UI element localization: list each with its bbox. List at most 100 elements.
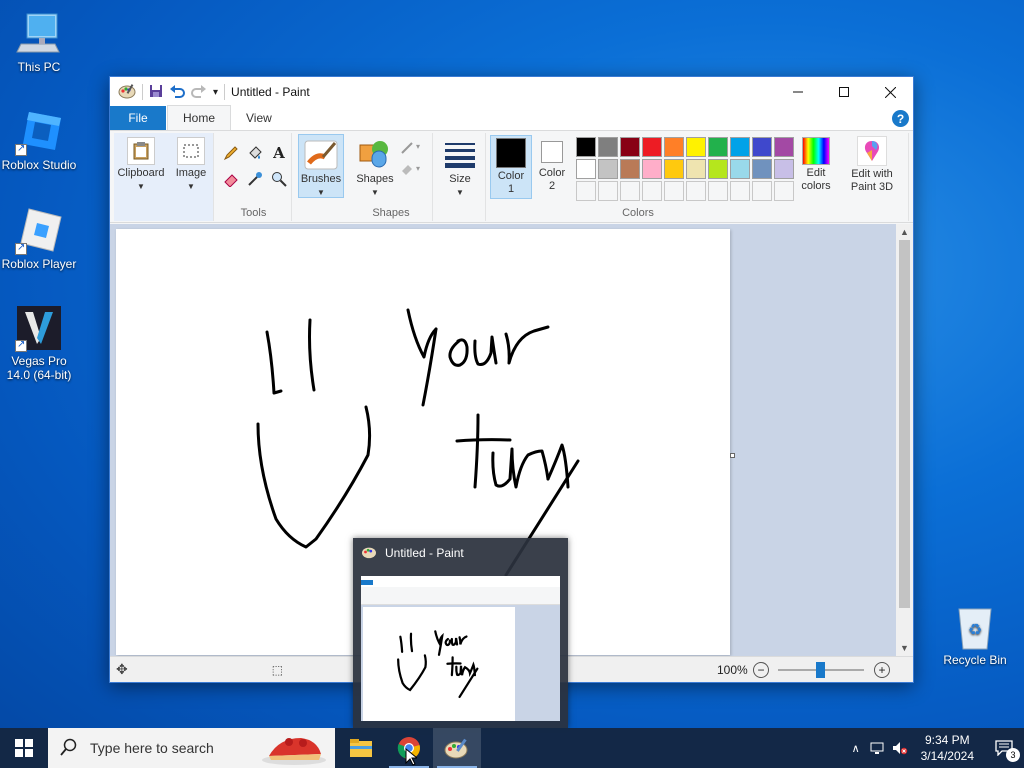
taskbar-thumbnail-preview[interactable]: Untitled - Paint <box>353 538 568 728</box>
desktop-icon-this-pc[interactable]: This PC <box>0 10 78 74</box>
palette-swatch[interactable] <box>642 137 662 157</box>
size-button[interactable]: Size ▼ <box>439 135 481 199</box>
svg-text:♻: ♻ <box>968 620 982 639</box>
clock[interactable]: 9:34 PM 3/14/2024 <box>911 732 984 764</box>
palette-empty-swatch[interactable] <box>774 181 794 201</box>
minimize-button[interactable] <box>775 77 821 107</box>
palette-swatch[interactable] <box>774 137 794 157</box>
selection-size-icon: ⬚ <box>271 662 284 677</box>
palette-empty-swatch[interactable] <box>576 181 596 201</box>
help-button[interactable]: ? <box>892 110 909 127</box>
palette-empty-swatch[interactable] <box>708 181 728 201</box>
maximize-button[interactable] <box>821 77 867 107</box>
start-button[interactable] <box>0 728 48 768</box>
palette-swatch[interactable] <box>774 159 794 179</box>
palette-swatch[interactable] <box>730 137 750 157</box>
color-picker-icon[interactable] <box>244 167 266 191</box>
palette-swatch[interactable] <box>730 159 750 179</box>
palette-swatch[interactable] <box>598 137 618 157</box>
palette-empty-swatch[interactable] <box>752 181 772 201</box>
brushes-button[interactable]: Brushes ▼ <box>298 134 344 198</box>
zoom-out-icon[interactable]: − <box>753 661 769 678</box>
notification-center-icon[interactable]: 3 <box>984 740 1024 762</box>
palette-swatch[interactable] <box>686 159 706 179</box>
scrollbar-thumb[interactable] <box>899 240 910 608</box>
shapes-button[interactable]: Shapes ▼ <box>354 135 396 199</box>
palette-swatch[interactable] <box>686 137 706 157</box>
palette-swatch[interactable] <box>598 159 618 179</box>
desktop-icon-roblox-studio[interactable]: Roblox Studio <box>0 108 78 172</box>
save-icon[interactable] <box>149 84 163 101</box>
palette-swatch[interactable] <box>576 159 596 179</box>
tab-view[interactable]: View <box>231 106 287 130</box>
palette-swatch[interactable] <box>642 159 662 179</box>
magnifier-icon[interactable] <box>268 167 290 191</box>
tools-group-label: Tools <box>240 207 267 219</box>
tab-file[interactable]: File <box>110 106 166 130</box>
taskbar-file-explorer[interactable] <box>337 728 385 768</box>
edit-colors-button[interactable]: Edit colors <box>794 135 838 199</box>
quick-access-toolbar: ▾ <box>110 83 226 102</box>
search-box[interactable]: Type here to search <box>48 728 335 768</box>
taskbar-paint[interactable] <box>433 728 481 768</box>
paint3d-icon <box>857 136 887 166</box>
fill-style-icon[interactable]: ▾ <box>400 161 424 180</box>
color1-button[interactable]: Color 1 <box>490 135 532 199</box>
palette-swatch[interactable] <box>752 137 772 157</box>
palette-empty-swatch[interactable] <box>730 181 750 201</box>
palette-swatch[interactable] <box>620 159 640 179</box>
paint-app-icon[interactable] <box>118 83 136 102</box>
canvas-resize-handle[interactable] <box>730 453 735 458</box>
palette-swatch[interactable] <box>620 137 640 157</box>
dropdown-arrow-icon: ▼ <box>317 188 325 197</box>
desktop-icon-recycle-bin[interactable]: ♻ Recycle Bin <box>936 603 1014 667</box>
pencil-icon[interactable] <box>220 141 242 165</box>
thumbnail-title: Untitled - Paint <box>385 546 464 560</box>
palette-swatch[interactable] <box>708 137 728 157</box>
palette-empty-swatch[interactable] <box>598 181 618 201</box>
desktop-icon-roblox-player[interactable]: Roblox Player <box>0 207 78 271</box>
redo-icon[interactable] <box>191 84 207 101</box>
tab-home[interactable]: Home <box>167 105 232 130</box>
palette-swatch[interactable] <box>664 137 684 157</box>
taskbar-chrome[interactable] <box>385 728 433 768</box>
palette-empty-swatch[interactable] <box>620 181 640 201</box>
text-icon[interactable]: A <box>268 141 290 165</box>
size-group: Size ▼ <box>435 133 486 221</box>
title-bar[interactable]: ▾ Untitled - Paint <box>110 77 913 107</box>
clipboard-button[interactable]: Clipboard ▼ <box>116 135 166 199</box>
palette-empty-swatch[interactable] <box>664 181 684 201</box>
fill-icon[interactable] <box>244 141 266 165</box>
show-hidden-icons-icon[interactable]: ∧ <box>845 742 867 755</box>
clipboard-label: Clipboard <box>117 167 165 179</box>
qat-separator <box>142 84 143 100</box>
palette-empty-swatch[interactable] <box>642 181 662 201</box>
palette-swatch[interactable] <box>664 159 684 179</box>
svg-text:▾: ▾ <box>416 142 420 151</box>
palette-swatch[interactable] <box>576 137 596 157</box>
zoom-slider-thumb[interactable] <box>816 662 825 678</box>
network-icon[interactable] <box>867 741 889 755</box>
edit-with-paint3d-button[interactable]: Edit with Paint 3D <box>844 134 900 198</box>
palette-swatch[interactable] <box>752 159 772 179</box>
palette-empty-swatch[interactable] <box>686 181 706 201</box>
close-button[interactable] <box>867 77 913 107</box>
scroll-up-icon[interactable]: ▲ <box>896 224 913 240</box>
dropdown-arrow-icon: ▼ <box>456 188 464 197</box>
image-label: Image <box>175 167 207 179</box>
outline-icon[interactable]: ▾ <box>400 139 424 158</box>
zoom-in-icon[interactable]: + <box>874 661 890 678</box>
volume-muted-icon[interactable] <box>889 741 911 755</box>
palette-swatch[interactable] <box>708 159 728 179</box>
scroll-down-icon[interactable]: ▼ <box>896 640 913 656</box>
desktop-icon-vegas-pro[interactable]: Vegas Pro 14.0 (64-bit) <box>0 304 78 382</box>
color2-button[interactable]: Color 2 <box>532 135 572 199</box>
search-placeholder: Type here to search <box>90 740 214 756</box>
undo-icon[interactable] <box>169 84 185 101</box>
vertical-scrollbar[interactable]: ▲ ▼ <box>896 224 913 656</box>
eraser-icon[interactable] <box>220 167 242 191</box>
vegas-pro-icon <box>15 304 63 352</box>
customize-qat-icon[interactable]: ▾ <box>213 87 218 98</box>
image-button[interactable]: Image ▼ <box>168 135 214 199</box>
edit-colors-label: Edit colors <box>801 167 831 192</box>
